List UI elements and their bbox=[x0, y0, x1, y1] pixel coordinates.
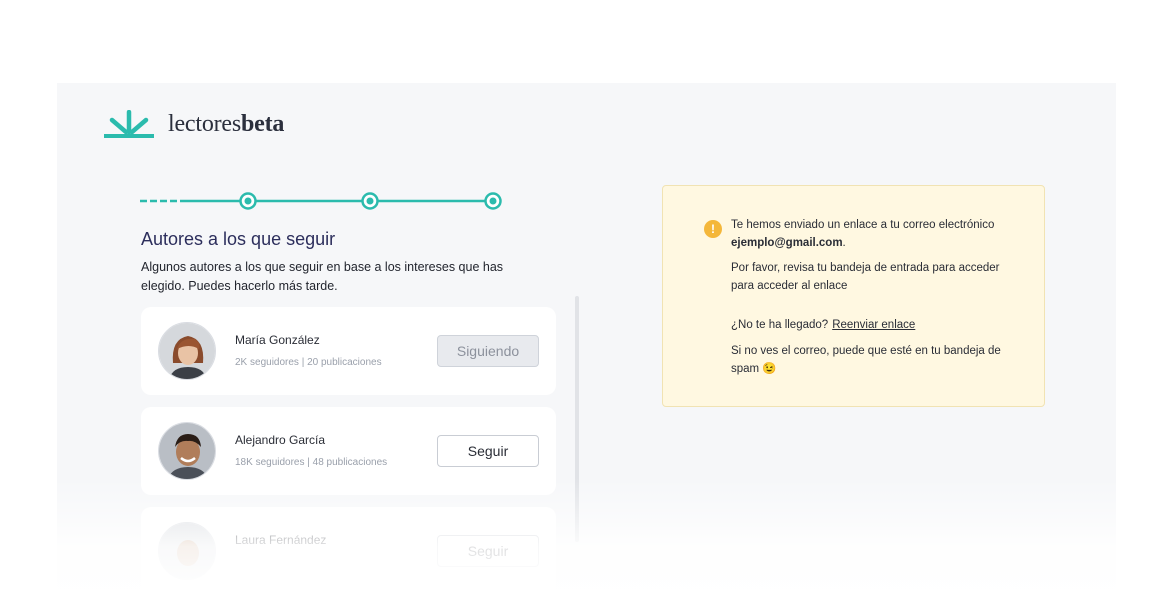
notice-not-arrived: ¿No te ha llegado? Reenviar enlace bbox=[731, 319, 916, 331]
page-subtitle: Algunos autores a los que seguir en base… bbox=[141, 260, 504, 293]
author-card: Alejandro García 18K seguidores | 48 pub… bbox=[141, 407, 556, 495]
avatar bbox=[158, 522, 216, 580]
author-card: María González 2K seguidores | 20 public… bbox=[141, 307, 556, 395]
author-card: Laura Fernández Seguir bbox=[141, 507, 556, 595]
wink-emoji-icon: 😉 bbox=[762, 363, 777, 375]
notice-spam-text: Si no ves el correo, puede que esté en t… bbox=[731, 345, 1001, 375]
author-stats: 2K seguidores | 20 publicaciones bbox=[235, 357, 382, 368]
author-name: Laura Fernández bbox=[235, 533, 327, 547]
bottom-divider bbox=[57, 600, 1116, 601]
author-stats: 18K seguidores | 48 publicaciones bbox=[235, 457, 388, 468]
author-name: Alejandro García bbox=[235, 433, 326, 447]
brand-name: lectoresbeta bbox=[168, 110, 285, 137]
avatar bbox=[158, 422, 216, 480]
avatar bbox=[158, 322, 216, 380]
email-sent-notice: ! Te hemos enviado un enlace a tu correo… bbox=[662, 185, 1045, 407]
list-scrollbar[interactable] bbox=[575, 296, 579, 542]
page-title: Autores a los que seguir bbox=[141, 229, 336, 249]
brand-logo[interactable]: lectoresbeta bbox=[104, 110, 284, 138]
step-dot-3 bbox=[361, 192, 379, 210]
following-button[interactable]: Siguiendo bbox=[437, 335, 539, 367]
author-name: María González bbox=[235, 333, 320, 347]
resend-link[interactable]: Reenviar enlace bbox=[832, 319, 915, 331]
notice-email: ejemplo@gmail.com bbox=[731, 237, 843, 249]
step-dot-4 bbox=[484, 192, 502, 210]
notice-check-inbox: Por favor, revisa tu bandeja de entrada … bbox=[731, 262, 1000, 292]
follow-button[interactable]: Seguir bbox=[437, 435, 539, 467]
warning-icon: ! bbox=[704, 220, 722, 238]
step-dot-2 bbox=[239, 192, 257, 210]
follow-button[interactable]: Seguir bbox=[437, 535, 539, 567]
progress-stepper bbox=[140, 190, 505, 212]
notice-sent-text: Te hemos enviado un enlace a tu correo e… bbox=[731, 219, 995, 249]
sunrise-logo-icon bbox=[104, 110, 154, 138]
